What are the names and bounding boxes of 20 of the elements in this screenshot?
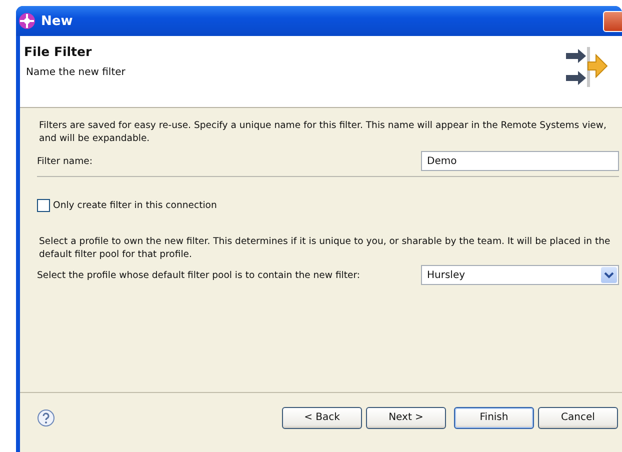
arrows-icon <box>564 44 608 90</box>
profile-dropdown[interactable]: Hursley <box>421 265 619 285</box>
checkbox[interactable] <box>37 199 50 212</box>
help-icon[interactable] <box>37 408 55 426</box>
profile-label: Select the profile whose default filter pool is to contain the new filter: <box>37 270 360 280</box>
page-subtitle: Name the new filter <box>25 67 126 78</box>
dialog-button[interactable]: Finish <box>454 406 534 428</box>
dialog-button[interactable]: Next > <box>366 406 446 428</box>
dialog-button[interactable]: < Back <box>282 406 362 428</box>
dialog-button[interactable]: Cancel <box>538 406 618 428</box>
chevron-down-icon <box>604 272 614 278</box>
profile-description-text: Select a profile to own the new filter. This determines if it is unique to you, or sharable by the team. It will be placed in the default filter pool for that profile. <box>39 236 612 261</box>
page-title: File Filter <box>24 44 93 59</box>
description-text: Filters are saved for easy re-use. Specify a unique name for this filter. This name will appear in the Remote Systems view, and will be expandable. <box>39 120 608 145</box>
close-button[interactable] <box>603 11 622 32</box>
filter-name-label: Filter name: <box>37 156 92 166</box>
checkbox-label: Only create filter in this connection <box>53 200 217 211</box>
filter-name-field[interactable]: Demo <box>421 151 619 171</box>
window-title: New <box>41 14 73 28</box>
app-icon <box>18 12 36 30</box>
